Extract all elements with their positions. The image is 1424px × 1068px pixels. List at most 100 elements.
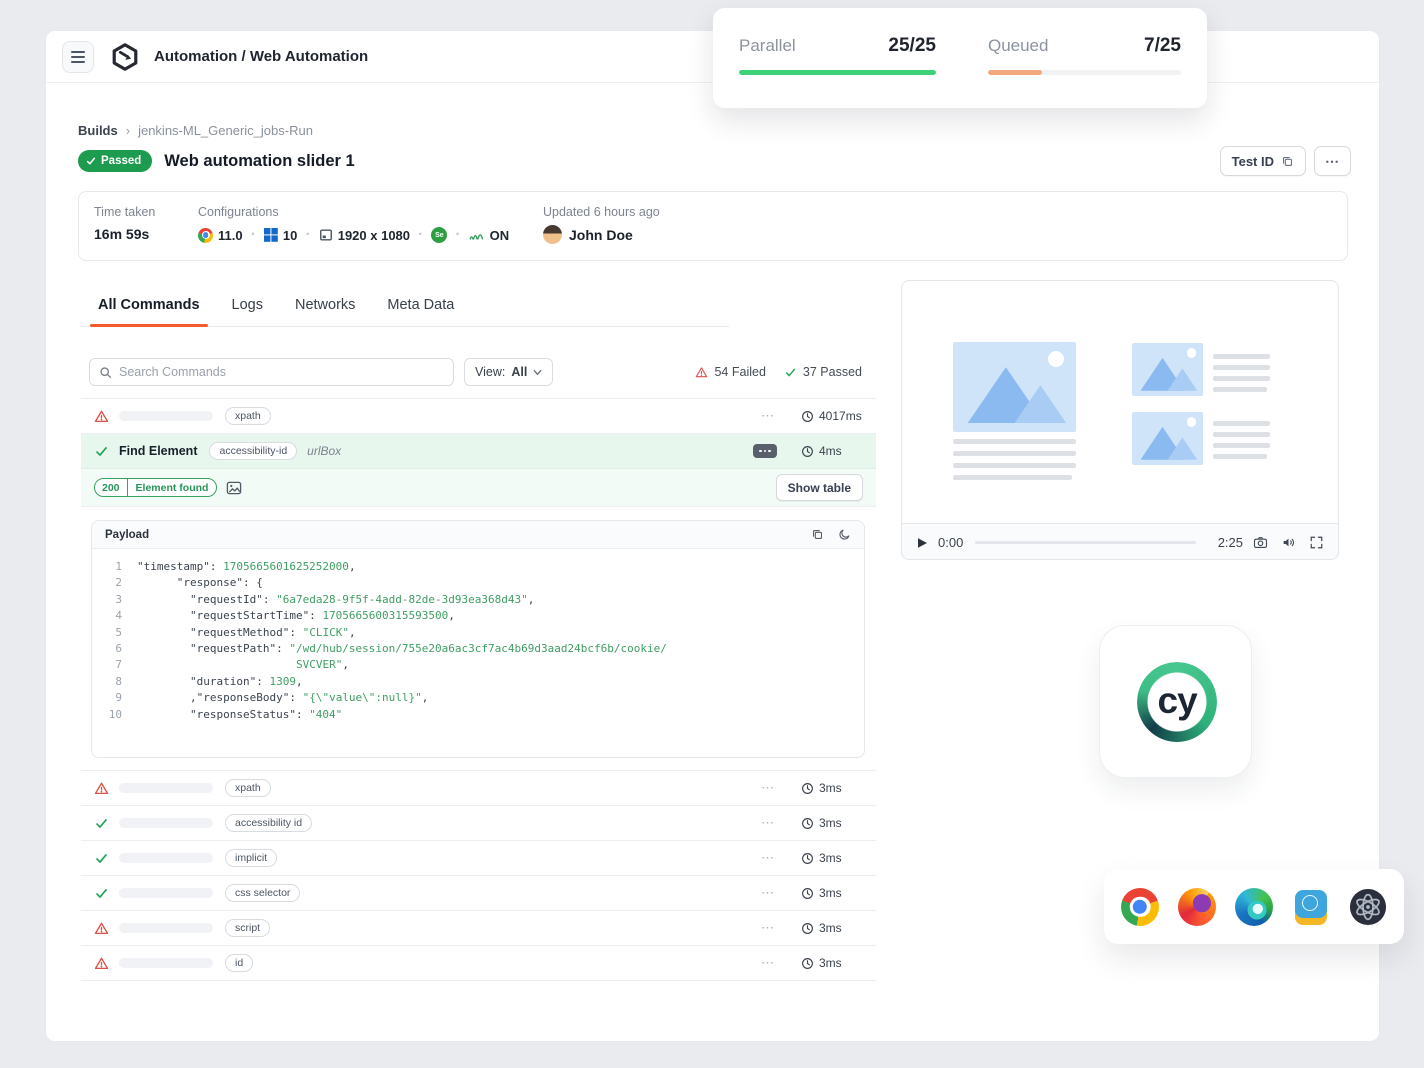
command-row[interactable]: id ⋯ 3ms [81, 946, 876, 981]
browser-logos-bar [1104, 869, 1404, 944]
locator-type-badge: css selector [225, 884, 300, 902]
copy-icon[interactable] [811, 528, 824, 541]
locator-type-badge: xpath [225, 779, 271, 797]
view-filter-dropdown[interactable]: View: All [464, 358, 553, 386]
command-duration: 4ms [801, 444, 863, 458]
check-icon [94, 816, 110, 831]
search-input[interactable] [119, 365, 444, 379]
payload-line: 8 "duration": 1309, [106, 674, 864, 690]
parallel-progress-bar [739, 70, 936, 75]
row-more-icon[interactable]: ⋯ [761, 850, 775, 866]
check-icon [784, 366, 797, 379]
locator-value: urlBox [307, 444, 341, 458]
test-id-button[interactable]: Test ID [1220, 146, 1306, 176]
clock-icon [801, 887, 814, 900]
dot-separator: · [418, 226, 423, 244]
commands-panel: All Commands Logs Networks Meta Data Vie… [81, 283, 876, 981]
edge-icon [1235, 888, 1273, 926]
clock-icon [801, 817, 814, 830]
command-row[interactable]: implicit ⋯ 3ms [81, 841, 876, 876]
locator-type-badge: accessibility-id [209, 442, 297, 460]
passed-count-label: 37 Passed [803, 365, 862, 379]
more-actions-button[interactable]: ⋯ [1314, 146, 1351, 176]
command-row[interactable]: xpath ⋯ 3ms [81, 771, 876, 806]
console-badge-icon[interactable] [753, 444, 777, 458]
tab-meta-data[interactable]: Meta Data [387, 283, 454, 326]
windows-icon [264, 228, 278, 242]
command-duration: 3ms [801, 816, 863, 830]
camera-icon[interactable] [1253, 535, 1268, 550]
commands-toolbar: View: All 54 Failed 37 Passed [81, 358, 876, 386]
payload-title: Payload [105, 529, 149, 541]
command-name-skeleton [119, 411, 213, 421]
passed-count: 37 Passed [784, 365, 862, 379]
command-row-selected[interactable]: Find Element accessibility-id urlBox 4ms [81, 434, 876, 469]
command-row[interactable]: css selector ⋯ 3ms [81, 876, 876, 911]
payload-line: 4 "requestStartTime": 170566560031559350… [106, 608, 864, 624]
clock-icon [801, 445, 814, 458]
command-row[interactable]: xpath ⋯ 4017ms [81, 399, 876, 434]
locator-type-badge: implicit [225, 849, 277, 867]
title-row: Passed Web automation slider 1 Test ID ⋯ [78, 145, 1351, 177]
search-box[interactable] [89, 358, 454, 386]
row-more-icon[interactable]: ⋯ [761, 955, 775, 971]
current-time: 0:00 [938, 535, 963, 550]
seek-bar[interactable] [975, 541, 1195, 544]
command-name-skeleton [119, 958, 213, 968]
placeholder-image [953, 342, 1076, 432]
response-status-badge: 200 Element found [94, 478, 217, 497]
warning-icon [94, 781, 110, 796]
row-more-icon[interactable]: ⋯ [761, 780, 775, 796]
firefox-icon [1178, 888, 1216, 926]
command-row[interactable]: script ⋯ 3ms [81, 911, 876, 946]
time-taken-value: 16m 59s [94, 226, 155, 242]
parallel-value: 25/25 [888, 35, 936, 57]
warning-icon [94, 956, 110, 971]
test-meta-bar: Time taken 16m 59s Configurations 11.0 ·… [78, 191, 1348, 261]
command-name-skeleton [119, 853, 213, 863]
cypress-card: cy [1099, 625, 1252, 778]
payload-line: 3 "requestId": "6a7eda28-9f5f-4add-82de-… [106, 592, 864, 608]
os-version: 10 [283, 228, 297, 243]
payload-line: 7 SVCVER", [106, 657, 864, 673]
tab-networks[interactable]: Networks [295, 283, 355, 326]
tunnel-icon [469, 229, 486, 242]
menu-button[interactable] [62, 41, 94, 73]
dark-mode-moon-icon[interactable] [838, 528, 851, 541]
failed-count: 54 Failed [695, 365, 765, 379]
show-table-button[interactable]: Show table [776, 474, 863, 501]
commands-table-bottom: xpath ⋯ 3ms accessibility id ⋯ 3ms [81, 770, 876, 981]
queued-value: 7/25 [1144, 35, 1181, 57]
view-value: All [511, 365, 527, 379]
chrome-icon [1121, 888, 1159, 926]
row-more-icon[interactable]: ⋯ [761, 920, 775, 936]
page: Automation / Web Automation Builds › jen… [0, 0, 1424, 1068]
play-button[interactable] [916, 537, 928, 549]
user-name: John Doe [569, 227, 633, 243]
response-text: Element found [128, 479, 217, 496]
locator-type-badge: xpath [225, 407, 271, 425]
command-row[interactable]: accessibility id ⋯ 3ms [81, 806, 876, 841]
command-duration: 3ms [801, 956, 863, 970]
app-title: Automation / Web Automation [154, 48, 368, 65]
placeholder-image [1132, 343, 1203, 396]
command-duration: 3ms [801, 921, 863, 935]
chevron-down-icon [533, 368, 542, 377]
status-badge-label: Passed [101, 155, 141, 167]
breadcrumb-builds-link[interactable]: Builds [78, 123, 118, 138]
warning-icon [94, 409, 110, 424]
row-more-icon[interactable]: ⋯ [761, 815, 775, 831]
tunnel-state: ON [490, 228, 510, 243]
fullscreen-icon[interactable] [1309, 535, 1324, 550]
row-more-icon[interactable]: ⋯ [761, 408, 775, 424]
tab-all-commands[interactable]: All Commands [98, 283, 200, 326]
command-duration: 4017ms [801, 409, 863, 423]
avatar [543, 225, 562, 244]
row-more-icon[interactable]: ⋯ [761, 885, 775, 901]
screenshot-icon[interactable] [226, 480, 242, 496]
payload-panel: Payload 1"timestamp": 170566560162525200… [91, 520, 865, 758]
tab-logs[interactable]: Logs [232, 283, 263, 326]
check-icon [94, 444, 110, 459]
configurations-label: Configurations [198, 205, 509, 219]
volume-icon[interactable] [1281, 535, 1296, 550]
